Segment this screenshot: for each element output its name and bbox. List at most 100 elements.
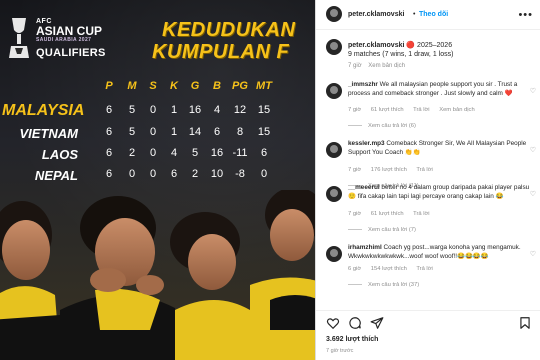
stat-cell: 0	[128, 168, 136, 180]
heart-icon[interactable]	[326, 316, 340, 330]
comments-list[interactable]: peter.cklamovski 🔴 2025–2026 9 matches (…	[316, 31, 540, 309]
stat-cell: 6	[105, 126, 113, 138]
caption-text: 🔴 2025–2026	[406, 42, 453, 49]
stat-cell: 5	[128, 126, 136, 138]
reply-button[interactable]: Trả lời	[413, 211, 429, 217]
follow-button[interactable]: Theo dõi	[419, 11, 448, 18]
author-username[interactable]: peter.cklamovski	[348, 11, 404, 18]
standings-subtitle: KUMPULAN F	[152, 41, 290, 63]
comment-likes[interactable]: 61 lượt thích	[371, 211, 404, 217]
caption-username[interactable]: peter.cklamovski	[348, 42, 404, 49]
stat-cell: 6	[260, 147, 268, 159]
stat-cell: 6	[105, 147, 113, 159]
post-header: peter.cklamovski • Theo dõi •••	[316, 0, 540, 30]
stat-cell: 4	[170, 147, 178, 159]
stat-cell: 2	[191, 168, 199, 180]
more-options-icon[interactable]: •••	[518, 9, 533, 21]
likes-count[interactable]: 3.692 lượt thích	[326, 336, 378, 343]
standings-header-row: P M S K G B PG MT	[0, 80, 315, 96]
stat-cell: -8	[235, 168, 245, 180]
like-comment-icon[interactable]: ♡	[530, 190, 536, 198]
comment-meta: 7 giờ 176 lượt thích Trả lời	[348, 167, 441, 173]
comment-meta: 7 giờ 61 lượt thích Trả lời	[348, 211, 438, 217]
stat-cell: 6	[213, 126, 221, 138]
like-comment-icon[interactable]: ♡	[530, 87, 536, 95]
stat-cell: 15	[257, 104, 271, 116]
comment-likes[interactable]: 154 lượt thích	[371, 266, 407, 272]
stat-cell: 0	[260, 168, 268, 180]
team-name: MALAYSIA	[2, 102, 85, 119]
stat-cell: 0	[149, 104, 157, 116]
stat-cell: 5	[128, 104, 136, 116]
view-replies-button[interactable]: Xem câu trả lời (7)	[348, 227, 416, 233]
post-timestamp: 7 giờ trước	[326, 348, 354, 354]
comment-time: 7 giờ	[348, 167, 362, 173]
commenter-username[interactable]: _immszhr	[348, 81, 378, 88]
header-cell: P	[105, 80, 113, 92]
commenter-avatar[interactable]	[326, 186, 342, 202]
stat-cell: 0	[149, 126, 157, 138]
stat-cell: 2	[128, 147, 136, 159]
commenter-avatar[interactable]	[326, 246, 342, 262]
stat-cell: 15	[257, 126, 271, 138]
team-name: VIETNAM	[19, 126, 79, 141]
standings-row: LAOS 6 2 0 4 5 16 -11 6	[0, 147, 315, 163]
stat-cell: 4	[213, 104, 221, 116]
logo-asian-cup-text: ASIAN CUP	[36, 24, 103, 38]
stat-cell: 8	[236, 126, 244, 138]
team-name: NEPAL	[34, 168, 78, 183]
post-actions: 3.692 lượt thích 7 giờ trước	[316, 310, 540, 360]
comment-likes[interactable]: 61 lượt thích	[371, 107, 404, 113]
team-name: LAOS	[41, 147, 78, 162]
comment-meta: 6 giờ 154 lượt thích Trả lời	[348, 266, 441, 272]
commenter-username[interactable]: irhamzhiml	[348, 244, 382, 251]
post-image: AFC ASIAN CUP SAUDI ARABIA 2027 QUALIFIE…	[0, 0, 315, 360]
reply-button[interactable]: Trả lời	[413, 107, 429, 113]
follow-separator: •	[413, 11, 416, 18]
afc-asian-cup-logo: AFC ASIAN CUP SAUDI ARABIA 2027 QUALIFIE…	[6, 14, 116, 62]
translate-link[interactable]: Xem bản dịch	[439, 107, 474, 113]
comment-icon[interactable]	[348, 316, 362, 330]
stat-cell: 0	[149, 147, 157, 159]
commenter-username[interactable]: __meeerul	[348, 184, 380, 191]
stat-cell: 1	[170, 126, 178, 138]
bookmark-icon[interactable]	[518, 316, 532, 330]
stat-cell: 10	[210, 168, 224, 180]
author-avatar[interactable]	[326, 39, 342, 55]
comment-text: _immszhr We all malaysian people support…	[348, 81, 534, 98]
comment-likes[interactable]: 176 lượt thích	[371, 167, 407, 173]
comment-text: kessler.mp3 Comeback Stronger Sir, We Al…	[348, 140, 534, 157]
commenter-avatar[interactable]	[326, 142, 342, 158]
reply-button[interactable]: Trả lời	[416, 266, 432, 272]
translate-link[interactable]: Xem bản dịch	[368, 63, 405, 69]
header-cell: M	[127, 80, 137, 92]
comment-time: 7 giờ	[348, 211, 362, 217]
reply-button[interactable]: Trả lời	[416, 167, 432, 173]
like-comment-icon[interactable]: ♡	[530, 250, 536, 258]
stat-cell: 16	[210, 147, 224, 159]
commenter-username[interactable]: kessler.mp3	[348, 140, 385, 147]
comment-meta: 7 giờ 61 lượt thích Trả lời Xem bản dịch	[348, 107, 483, 113]
stat-cell: 12	[233, 104, 247, 116]
stat-cell: 16	[188, 104, 202, 116]
stat-cell: 6	[170, 168, 178, 180]
author-avatar[interactable]	[326, 6, 342, 22]
stat-cell: -11	[232, 147, 248, 159]
stat-cell: 6	[105, 104, 113, 116]
caption-text-line2: 9 matches (7 wins, 1 draw, 1 loss)	[348, 51, 454, 58]
caption-meta: 7 giờ Xem bản dịch	[348, 63, 405, 69]
view-replies-button[interactable]: Xem câu trả lời (6)	[348, 123, 416, 129]
logo-host-text: SAUDI ARABIA 2027	[36, 37, 92, 43]
share-icon[interactable]	[370, 316, 384, 330]
stat-cell: 1	[170, 104, 178, 116]
comment-text: __meeerul better no 4 dalam group daripa…	[348, 184, 534, 201]
comment-time: 6 giờ	[348, 266, 362, 272]
header-cell: G	[190, 80, 200, 92]
like-comment-icon[interactable]: ♡	[530, 146, 536, 154]
standings-row: NEPAL 6 0 0 6 2 10 -8 0	[0, 168, 315, 184]
view-replies-button[interactable]: Xem câu trả lời (37)	[348, 282, 419, 288]
commenter-avatar[interactable]	[326, 83, 342, 99]
standings-title: KEDUDUKAN	[162, 19, 296, 41]
caption-line: peter.cklamovski 🔴 2025–2026	[348, 41, 452, 49]
logo-qualifiers-text: QUALIFIERS	[36, 47, 106, 59]
